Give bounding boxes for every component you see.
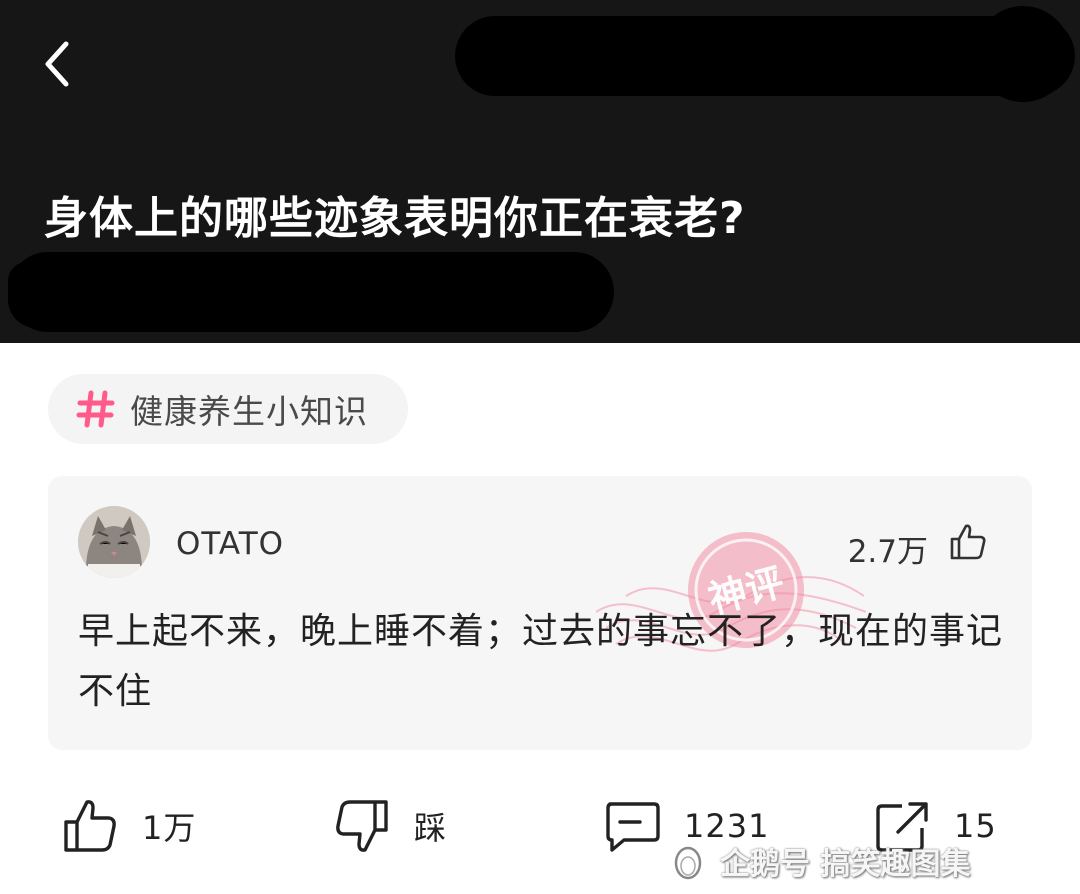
comment-bubble-icon: [606, 802, 660, 852]
question-title: 身体上的哪些迹象表明你正在衰老?: [44, 193, 746, 244]
thumbs-up-icon[interactable]: [948, 522, 988, 562]
thumbs-up-icon: [64, 800, 116, 852]
topic-tag-chip[interactable]: 健康养生小知识: [48, 374, 408, 444]
topic-tag-label: 健康养生小知识: [130, 392, 368, 431]
comment-like-count: 2.7万: [847, 534, 928, 570]
avatar[interactable]: [78, 506, 150, 578]
like-button[interactable]: 1万: [60, 794, 196, 858]
question-header: 身体上的哪些迹象表明你正在衰老?: [0, 0, 1080, 343]
dislike-button[interactable]: 踩: [332, 794, 447, 858]
penguin-logo-icon: [674, 846, 702, 880]
cat-avatar-icon: [78, 506, 150, 578]
hash-icon: [76, 390, 115, 428]
back-button[interactable]: [36, 38, 80, 90]
thumbs-down-icon: [336, 800, 388, 852]
dislike-label: 踩: [414, 809, 448, 847]
top-comment-card[interactable]: 神评 OTATO 2.7万 早上起不来，晚上睡不着；过去的事忘不了，现在的事记不…: [48, 476, 1032, 750]
comment-username[interactable]: OTATO: [176, 526, 284, 562]
chevron-left-icon: [45, 41, 69, 87]
like-count: 1万: [142, 809, 197, 847]
comment-text: 早上起不来，晚上睡不着；过去的事忘不了，现在的事记不住: [78, 611, 1004, 712]
redaction-block-bottom: [8, 252, 614, 332]
watermark: 企鹅号 搞笑趣图集: [668, 834, 1080, 888]
redaction-block-top: [455, 6, 1075, 102]
watermark-text: 企鹅号 搞笑趣图集: [720, 847, 971, 882]
